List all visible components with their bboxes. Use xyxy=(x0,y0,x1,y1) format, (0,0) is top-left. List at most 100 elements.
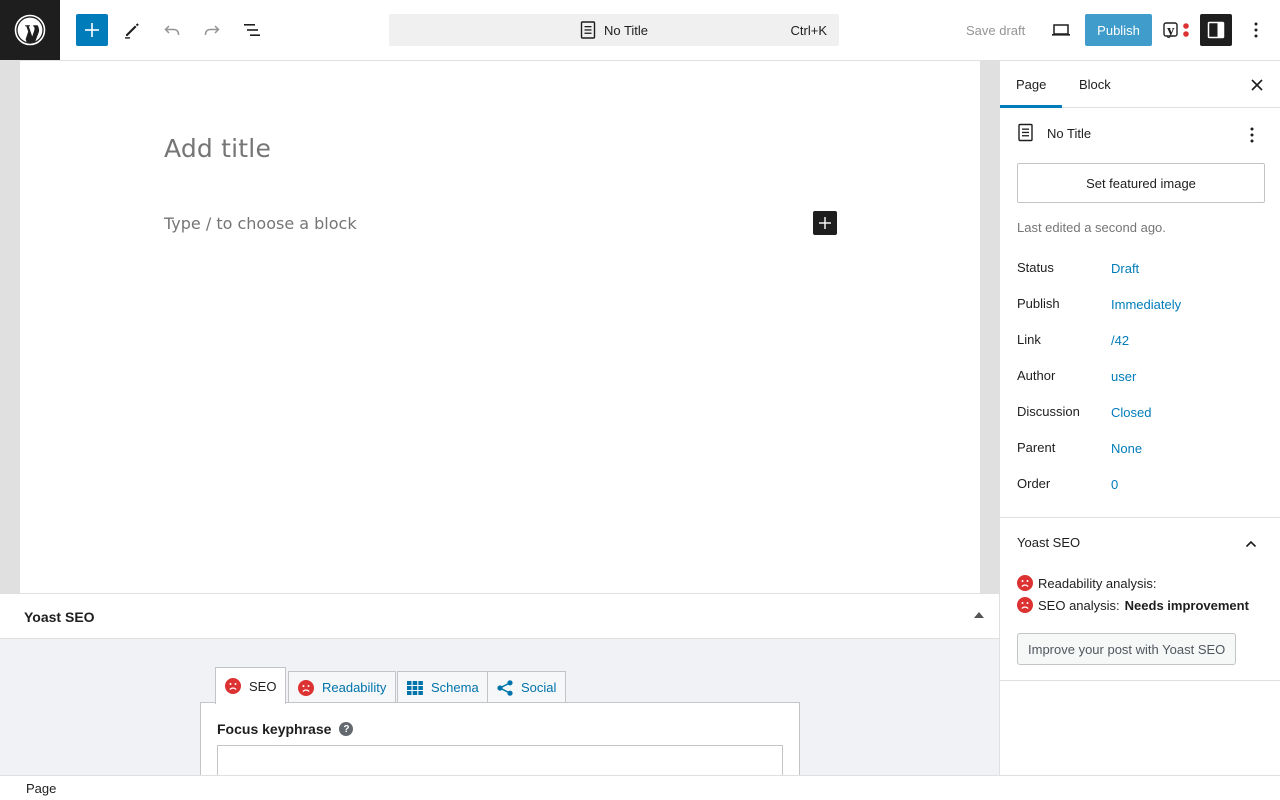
pencil-icon xyxy=(125,23,139,39)
sad-face-icon xyxy=(225,678,241,694)
undo-icon xyxy=(164,25,180,35)
meta-key: Author xyxy=(1017,368,1056,383)
preview-button[interactable] xyxy=(1045,14,1077,46)
sidebar-tabs: Page Block xyxy=(1000,61,1280,108)
page-icon xyxy=(1018,123,1033,142)
command-palette-button[interactable]: No Title Ctrl+K xyxy=(389,14,839,46)
default-block-appender[interactable]: Type / to choose a block xyxy=(164,214,357,233)
redo-icon xyxy=(204,25,220,35)
document-overview-button[interactable] xyxy=(236,14,268,46)
grid-icon xyxy=(407,680,423,695)
meta-key: Status xyxy=(1017,260,1054,275)
svg-text:y: y xyxy=(1167,23,1175,39)
block-breadcrumb-bar: Page xyxy=(0,775,1280,800)
desktop-icon xyxy=(1052,24,1070,36)
command-bar-doc-title: No Title xyxy=(603,22,649,38)
yoast-toolbar-button[interactable]: y xyxy=(1160,14,1192,46)
meta-value-link[interactable]: 0 xyxy=(1111,477,1118,492)
yoast-tab-label: Readability xyxy=(322,680,387,695)
meta-key: Parent xyxy=(1017,440,1056,455)
options-button[interactable] xyxy=(1240,14,1272,46)
yoast-panel-title[interactable]: Yoast SEO xyxy=(1017,535,1080,550)
post-title-input[interactable]: Add title xyxy=(164,134,271,163)
meta-row-status: Status Draft xyxy=(1017,260,1267,280)
add-block-button[interactable] xyxy=(76,14,108,46)
focus-keyphrase-label: Focus keyphrase ? xyxy=(217,721,354,737)
tab-page[interactable]: Page xyxy=(1000,61,1062,108)
more-vertical-icon xyxy=(1254,22,1258,38)
meta-row-author: Author user xyxy=(1017,368,1267,388)
yoast-metabox-title: Yoast SEO xyxy=(24,609,95,625)
wordpress-logo-button[interactable] xyxy=(0,0,60,60)
more-vertical-icon xyxy=(1250,127,1254,143)
seo-analysis-value: Needs improvement xyxy=(1124,597,1249,613)
settings-sidebar: Page Block No Title Set featured image L… xyxy=(999,61,1280,775)
redo-button[interactable] xyxy=(196,14,228,46)
help-icon[interactable]: ? xyxy=(339,722,354,736)
meta-key: Discussion xyxy=(1017,404,1080,419)
close-sidebar-button[interactable] xyxy=(1245,73,1269,97)
yoast-icon: y xyxy=(1163,22,1189,39)
wordpress-icon xyxy=(14,14,46,46)
share-icon xyxy=(497,679,513,696)
page-icon xyxy=(580,21,596,39)
document-summary: No Title xyxy=(1017,123,1091,143)
command-bar-title: No Title xyxy=(580,21,648,39)
meta-row-discussion: Discussion Closed xyxy=(1017,404,1267,424)
last-edited-text: Last edited a second ago. xyxy=(1017,220,1166,235)
yoast-seo-panel: Focus keyphrase ? xyxy=(200,702,800,785)
set-featured-image-button[interactable]: Set featured image xyxy=(1017,163,1265,203)
yoast-tab-label: Social xyxy=(521,680,557,695)
meta-key: Publish xyxy=(1017,296,1060,311)
sad-face-icon xyxy=(298,679,314,696)
close-icon xyxy=(1251,79,1263,91)
meta-row-order: Order 0 xyxy=(1017,476,1267,496)
meta-value-link[interactable]: Draft xyxy=(1111,261,1139,276)
settings-sidebar-toggle[interactable] xyxy=(1200,14,1232,46)
editor-header: No Title Ctrl+K Save draft Publish y xyxy=(0,0,1280,61)
yoast-tab-label: SEO xyxy=(249,678,277,694)
plus-icon xyxy=(85,23,99,37)
save-draft-button[interactable]: Save draft xyxy=(956,14,1035,46)
tools-button[interactable] xyxy=(116,14,148,46)
yoast-tab-readability[interactable]: Readability xyxy=(288,671,397,703)
meta-value-link[interactable]: /42 xyxy=(1111,333,1129,348)
seo-analysis-label: SEO analysis: xyxy=(1038,597,1120,613)
keyboard-shortcut: Ctrl+K xyxy=(790,23,827,38)
publish-button[interactable]: Publish xyxy=(1085,14,1152,46)
yoast-metabox-header[interactable]: Yoast SEO xyxy=(0,593,1000,639)
plus-icon xyxy=(819,217,831,229)
chevron-up-icon xyxy=(1245,540,1257,548)
yoast-tab-label: Schema xyxy=(431,680,479,695)
document-actions-button[interactable] xyxy=(1240,123,1264,147)
meta-value-link[interactable]: user xyxy=(1111,369,1136,384)
collapse-caret-icon[interactable] xyxy=(974,612,984,618)
focus-keyphrase-text: Focus keyphrase xyxy=(217,721,332,737)
tab-block[interactable]: Block xyxy=(1063,61,1127,108)
readability-analysis-label: Readability analysis: xyxy=(1038,575,1157,591)
readability-analysis-row: Readability analysis: xyxy=(1017,575,1157,591)
yoast-sidebar-panel: Yoast SEO Readability analysis: SEO anal… xyxy=(1000,517,1280,681)
sidebar-icon xyxy=(1207,21,1225,39)
improve-with-yoast-button[interactable]: Improve your post with Yoast SEO xyxy=(1017,633,1237,665)
yoast-tab-seo[interactable]: SEO xyxy=(215,667,287,704)
block-inserter-button[interactable] xyxy=(813,211,837,235)
meta-row-link: Link /42 xyxy=(1017,332,1267,352)
meta-value-link[interactable]: None xyxy=(1111,441,1142,456)
meta-value-link[interactable]: Immediately xyxy=(1111,297,1181,312)
sad-face-icon xyxy=(1017,575,1033,591)
meta-value-link[interactable]: Closed xyxy=(1111,405,1151,420)
meta-key: Order xyxy=(1017,476,1051,491)
panel-toggle-button[interactable] xyxy=(1239,532,1263,556)
document-title: No Title xyxy=(1047,125,1092,141)
list-view-icon xyxy=(244,24,260,36)
yoast-tab-social[interactable]: Social xyxy=(487,671,567,703)
meta-row-parent: Parent None xyxy=(1017,440,1267,460)
yoast-tab-schema[interactable]: Schema xyxy=(397,671,489,703)
seo-analysis-row: SEO analysis: Needs improvement xyxy=(1017,597,1249,613)
sad-face-icon xyxy=(1017,597,1033,613)
breadcrumb-page[interactable]: Page xyxy=(26,781,56,796)
meta-key: Link xyxy=(1017,332,1041,347)
undo-button[interactable] xyxy=(156,14,188,46)
meta-row-publish: Publish Immediately xyxy=(1017,296,1267,316)
